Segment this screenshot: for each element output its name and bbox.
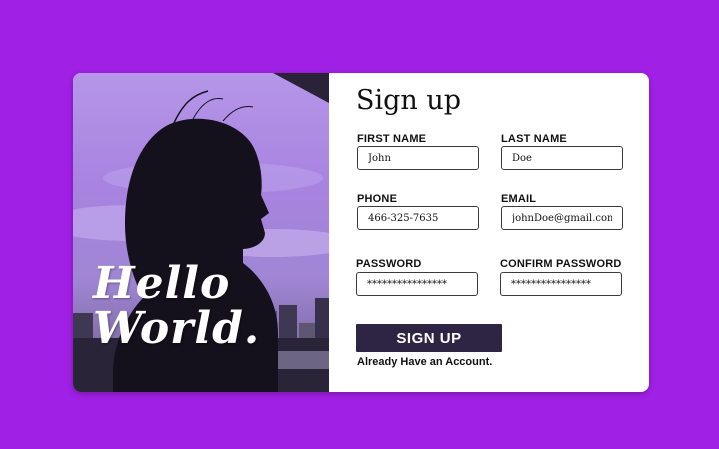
confirm-password-label: CONFIRM PASSWORD — [500, 258, 622, 270]
last-name-field[interactable] — [501, 146, 623, 170]
password-field[interactable] — [356, 272, 478, 296]
hero-line-1: Hello — [93, 258, 231, 309]
signup-form: Sign up FIRST NAME LAST NAME PHONE EMAIL… — [329, 73, 649, 392]
email-label: EMAIL — [501, 193, 537, 205]
hero-line-2: World. — [93, 303, 261, 354]
sign-up-button[interactable]: SIGN UP — [356, 324, 502, 352]
last-name-label: LAST NAME — [501, 133, 567, 145]
phone-field[interactable] — [357, 206, 479, 230]
first-name-label: FIRST NAME — [357, 133, 427, 145]
email-field[interactable] — [501, 206, 623, 230]
hero-image: Hello World. — [73, 73, 329, 392]
signup-card: Hello World. Sign up FIRST NAME LAST NAM… — [73, 73, 649, 392]
phone-label: PHONE — [357, 193, 398, 205]
first-name-field[interactable] — [357, 146, 479, 170]
confirm-password-field[interactable] — [500, 272, 622, 296]
login-link[interactable]: Already Have an Account. — [357, 356, 492, 368]
form-title: Sign up — [356, 85, 462, 116]
hero-text: Hello World. — [93, 261, 260, 351]
password-label: PASSWORD — [356, 258, 422, 270]
